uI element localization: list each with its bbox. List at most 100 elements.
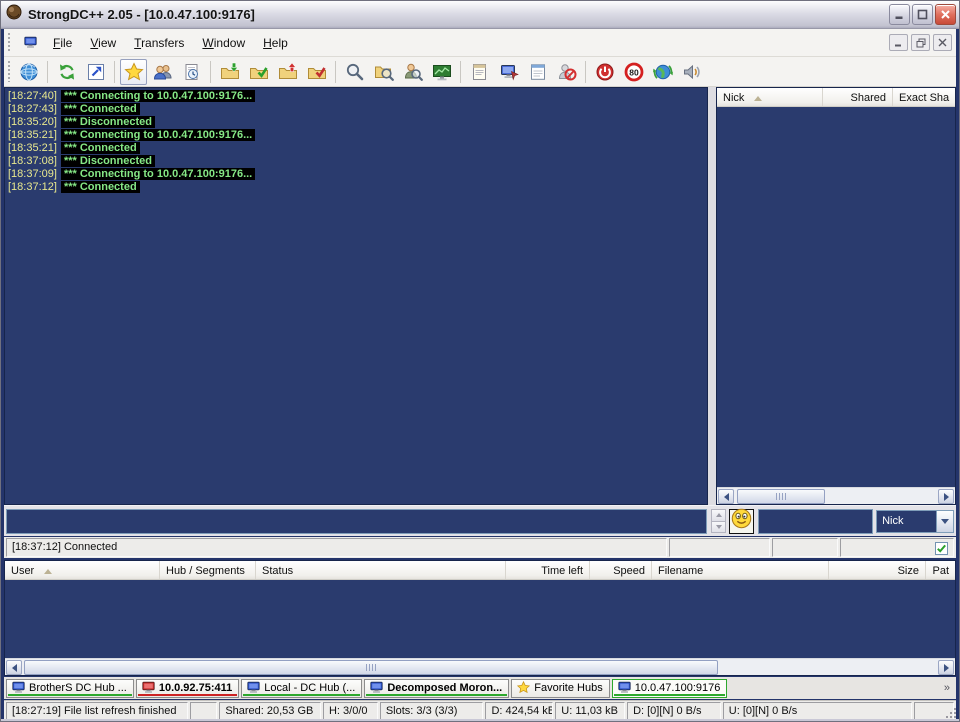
column-header-shared[interactable]: Shared [823, 88, 893, 106]
userlist-hscrollbar[interactable] [717, 487, 955, 504]
away-button[interactable] [649, 59, 676, 85]
userlist-body[interactable] [717, 107, 955, 487]
column-header-user[interactable]: User [5, 561, 160, 579]
title-bar: StrongDC++ 2.05 - [10.0.47.100:9176] [1, 1, 960, 29]
tab-brothers-dc-hub-[interactable]: BrotherS DC Hub ... [6, 679, 134, 698]
tab-10-0-92-75-411[interactable]: 10.0.92.75:411 [136, 679, 239, 698]
scroll-left-button[interactable] [718, 489, 734, 504]
column-header-pat[interactable]: Pat [926, 561, 955, 579]
column-header-hub-segments[interactable]: Hub / Segments [160, 561, 256, 579]
ignored-users-button[interactable] [553, 59, 580, 85]
spinner-down-button[interactable] [711, 522, 726, 534]
scroll-right-button[interactable] [938, 489, 954, 504]
follow-redirect-button[interactable] [82, 59, 109, 85]
column-header-time-left[interactable]: Time left [506, 561, 590, 579]
reconnect-icon [57, 62, 77, 82]
reconnect-button[interactable] [53, 59, 80, 85]
minimize-button[interactable] [889, 4, 910, 25]
chat-log[interactable]: [18:27:40]*** Connecting to 10.0.47.100:… [4, 87, 708, 505]
filter-column-value: Nick [877, 511, 936, 532]
menu-item-window[interactable]: Window [193, 30, 254, 56]
chat-userlist-splitter[interactable] [708, 87, 716, 505]
emoticon-button[interactable] [729, 509, 754, 534]
menu-item-file[interactable]: File [44, 30, 81, 56]
chat-timestamp: [18:35:21] [6, 129, 57, 141]
transfers-body[interactable] [5, 580, 955, 658]
spinner-up-button[interactable] [711, 509, 726, 522]
scroll-right-button[interactable] [938, 660, 954, 675]
favorite-users-button[interactable] [149, 59, 176, 85]
mdi-restore-button[interactable] [911, 34, 930, 51]
toolbar-separator [210, 61, 211, 83]
column-header-filename[interactable]: Filename [652, 561, 829, 579]
combo-dropdown-button[interactable] [936, 511, 953, 532]
download-queue-button[interactable] [216, 59, 243, 85]
maximize-button[interactable] [912, 4, 933, 25]
toolbar-grip-handle[interactable] [7, 61, 12, 82]
hub-status-pane [772, 538, 838, 557]
menu-item-transfers[interactable]: Transfers [125, 30, 193, 56]
tab-decomposed-moron-[interactable]: Decomposed Moron... [364, 679, 509, 698]
filter-column-combo[interactable]: Nick [876, 510, 954, 533]
chat-line: [18:27:43]*** Connected [6, 103, 706, 116]
scroll-thumb[interactable] [737, 489, 825, 504]
app-icon[interactable] [6, 4, 22, 25]
network-statistics-button[interactable] [428, 59, 455, 85]
search-spy-button[interactable] [399, 59, 426, 85]
column-header-status[interactable]: Status [256, 561, 506, 579]
column-header-size[interactable]: Size [829, 561, 926, 579]
tab-overflow-chevron-icon[interactable]: » [944, 679, 954, 694]
chat-timestamp: [18:35:21] [6, 142, 57, 154]
menubar-grip-handle[interactable] [7, 33, 12, 52]
menu-item-help[interactable]: Help [254, 30, 297, 56]
menu-item-view[interactable]: View [81, 30, 125, 56]
open-file-list-button[interactable] [466, 59, 493, 85]
waiting-users-button[interactable] [274, 59, 301, 85]
open-own-list-button[interactable] [495, 59, 522, 85]
sort-ascending-icon [754, 96, 762, 101]
chat-message-text: *** Connecting to 10.0.47.100:9176... [61, 90, 255, 102]
favorite-users-icon [153, 62, 173, 82]
tab-10-0-47-100-9176[interactable]: 10.0.47.100:9176 [612, 679, 728, 698]
scroll-thumb[interactable] [24, 660, 718, 675]
sounds-button[interactable] [678, 59, 705, 85]
column-header-label: Filename [658, 565, 703, 577]
column-header-label: Hub / Segments [166, 565, 245, 577]
recent-hubs-button[interactable] [178, 59, 205, 85]
show-users-checkbox[interactable] [935, 542, 948, 555]
column-header-exact-sha[interactable]: Exact Sha [893, 88, 955, 106]
hub-window-icon[interactable] [20, 36, 40, 49]
shutdown-button[interactable] [591, 59, 618, 85]
tab-local-dc-hub-[interactable]: Local - DC Hub (... [241, 679, 362, 698]
userlist-filter-input[interactable] [758, 509, 873, 534]
mdi-minimize-button[interactable] [889, 34, 908, 51]
scroll-left-button[interactable] [6, 660, 22, 675]
finished-uploads-icon [307, 62, 327, 82]
column-header-speed[interactable]: Speed [590, 561, 652, 579]
adl-search-button[interactable] [370, 59, 397, 85]
status-pane: H: 3/0/0 [323, 702, 378, 720]
chat-line: [18:37:12]*** Connected [6, 181, 706, 194]
mdi-close-button[interactable] [933, 34, 952, 51]
chat-line: [18:37:08]*** Disconnected [6, 155, 706, 168]
window-border[interactable] [1, 719, 959, 721]
favorite-hubs-button[interactable] [120, 59, 147, 85]
tab-favorite-hubs[interactable]: Favorite Hubs [511, 679, 609, 698]
tab-status-underline [513, 694, 607, 696]
close-button[interactable] [935, 4, 956, 25]
chat-message-input[interactable] [6, 509, 707, 534]
column-header-nick[interactable]: Nick [717, 88, 823, 106]
hub-window: [18:27:40]*** Connecting to 10.0.47.100:… [4, 87, 956, 505]
speed-limiter-button[interactable]: 80 [620, 59, 647, 85]
search-button[interactable] [341, 59, 368, 85]
public-hubs-button[interactable] [15, 59, 42, 85]
notepad-button[interactable] [524, 59, 551, 85]
search-spy-icon [403, 62, 423, 82]
adl-search-icon [374, 62, 394, 82]
finished-downloads-button[interactable] [245, 59, 272, 85]
finished-uploads-button[interactable] [303, 59, 330, 85]
search-icon [345, 62, 365, 82]
column-header-label: Time left [541, 565, 583, 577]
transfers-hscrollbar[interactable] [5, 658, 955, 675]
status-pane: U: 11,03 kB [555, 702, 625, 720]
